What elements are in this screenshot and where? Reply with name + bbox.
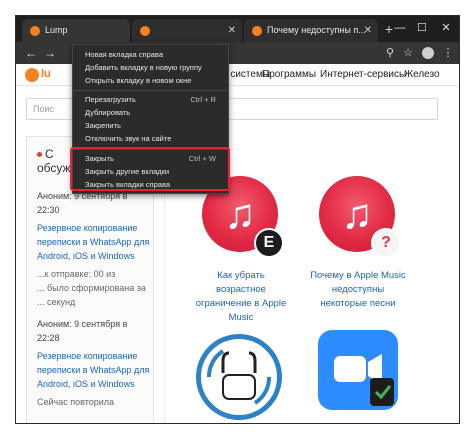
minimize-button[interactable]: —	[390, 18, 410, 38]
comment-link[interactable]: Резервное копирование	[37, 349, 137, 363]
tab-title: Lump	[45, 25, 68, 35]
article-title[interactable]: Как убрать возрастное ограничение в Appl…	[186, 269, 296, 325]
menu-item-add-to-group[interactable]: Добавить вкладку в новую группу	[73, 62, 228, 74]
comment-text: ... секунд	[37, 297, 76, 307]
site-favicon-icon	[252, 25, 262, 36]
menu-item-new-tab-right[interactable]: Новая вкладка справа	[73, 49, 228, 61]
airpods-sync-icon[interactable]	[196, 334, 282, 420]
comment-link[interactable]: Резервное копирование	[37, 221, 137, 235]
profile-icon[interactable]	[420, 45, 436, 61]
highlight-box	[70, 147, 230, 191]
close-icon[interactable]: ✕	[228, 19, 236, 42]
nav-item-programs[interactable]: Программы	[262, 69, 316, 80]
menu-item-mute-site[interactable]: Отключить звук на сайте	[73, 133, 228, 145]
comment-time: 22:28	[37, 333, 60, 343]
comment-text: ... было сформирована за	[37, 283, 146, 293]
tab-title: Почему недоступны п...	[267, 25, 366, 35]
comment-time: 22:30	[37, 205, 60, 215]
comment-text: ...к отправке: 00 из	[37, 269, 116, 279]
search-placeholder: Поис	[33, 104, 55, 114]
itunes-icon[interactable]: ♫ ?	[319, 176, 401, 258]
site-logo-text[interactable]: lu	[41, 68, 51, 80]
close-icon[interactable]: ✕	[364, 19, 372, 42]
menu-kebab-icon[interactable]: ⋮	[440, 45, 456, 61]
maximize-button[interactable]: ☐	[412, 18, 432, 38]
nav-item-internet[interactable]: Интернет-сервисы	[320, 69, 406, 80]
site-logo-icon[interactable]	[25, 68, 39, 82]
menu-item-pin[interactable]: Закрепить	[73, 120, 228, 132]
comment-link[interactable]: Android, iOS и Windows	[37, 377, 135, 391]
close-window-button[interactable]: ✕	[436, 18, 456, 38]
airpods-icon	[206, 349, 272, 405]
comment-link[interactable]: Android, iOS и Windows	[37, 249, 135, 263]
live-dot-icon	[37, 152, 42, 158]
menu-item-duplicate[interactable]: Дублировать	[73, 107, 228, 119]
tab-bar: Lump ✕ Почему недоступны п... ✕ + — ☐ ✕	[16, 16, 459, 42]
comment-link[interactable]: переписки в WhatsApp для	[37, 363, 149, 377]
nav-item-hardware[interactable]: Железо	[404, 69, 440, 80]
star-icon[interactable]: ☆	[400, 45, 416, 61]
menu-item-open-new-window[interactable]: Открыть вкладку в новом окне	[73, 75, 228, 87]
comment-link[interactable]: переписки в WhatsApp для	[37, 235, 149, 249]
video-camera-icon	[334, 354, 394, 406]
site-favicon-icon	[140, 25, 150, 36]
comment-text: Сейчас повторила	[37, 397, 115, 407]
menu-item-reload[interactable]: Перезагрузить Ctrl + R	[73, 94, 228, 106]
comment-author: Аноним: 9 сентября в	[37, 319, 128, 329]
back-arrow-icon[interactable]: ←	[22, 44, 40, 62]
zoom-app-icon[interactable]	[318, 330, 398, 410]
article-title[interactable]: Почему в Apple Music недоступны некоторы…	[296, 269, 420, 311]
menu-separator	[73, 90, 228, 91]
explicit-badge-icon: E	[254, 228, 284, 258]
forward-arrow-icon[interactable]: →	[41, 44, 59, 62]
tab-second[interactable]: ✕	[132, 19, 242, 42]
browser-window: Lump ✕ Почему недоступны п... ✕ + — ☐ ✕ …	[15, 15, 460, 424]
question-badge-icon: ?	[371, 228, 401, 258]
site-favicon-icon	[30, 25, 40, 36]
tab-lumpics[interactable]: Lump	[22, 19, 130, 42]
search-icon[interactable]: ⚲	[382, 45, 398, 61]
tab-third[interactable]: Почему недоступны п... ✕	[244, 19, 378, 42]
